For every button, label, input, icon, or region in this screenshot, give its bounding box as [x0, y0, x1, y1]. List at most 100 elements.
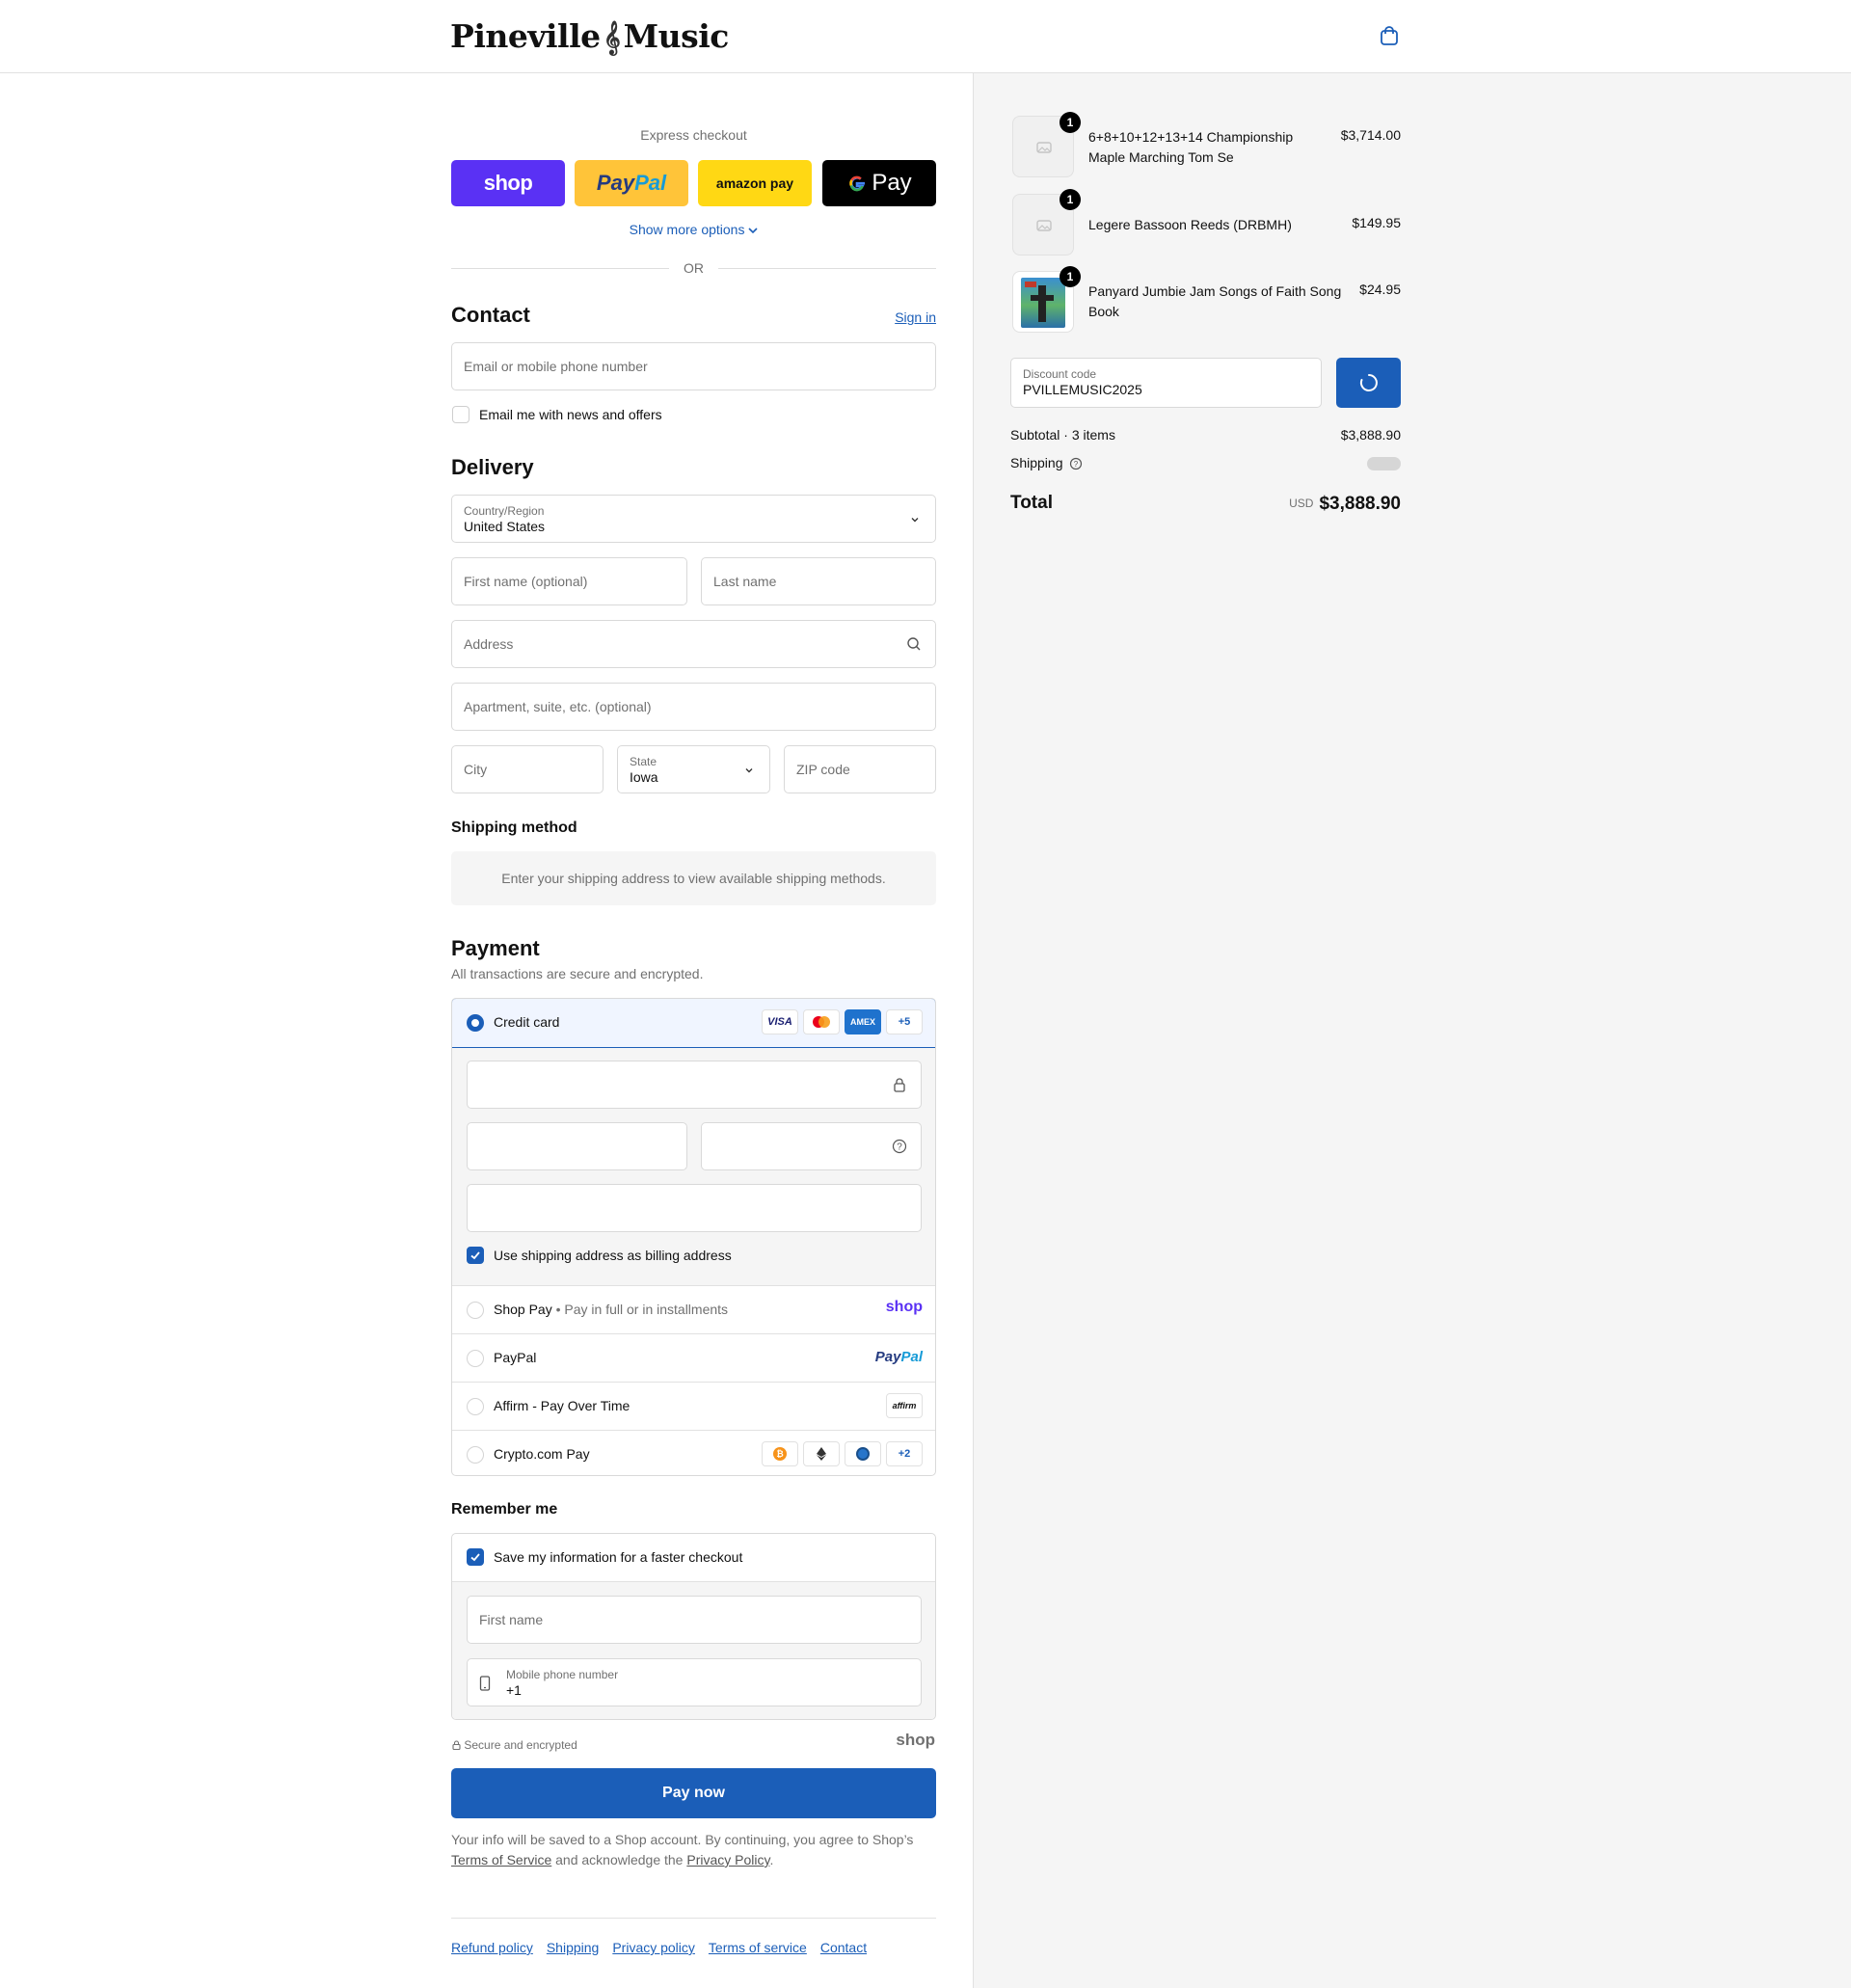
checkmark-icon: [470, 1251, 480, 1260]
billing-address-checkbox[interactable]: [467, 1247, 484, 1264]
terms-of-service-link[interactable]: Terms of Service: [451, 1852, 551, 1867]
help-circle-icon[interactable]: ?: [1069, 457, 1083, 470]
shopping-bag-icon[interactable]: [1379, 25, 1400, 46]
address-field[interactable]: Address: [451, 620, 936, 668]
chevron-down-icon: [748, 228, 758, 234]
logo-text-right: Music: [623, 17, 730, 55]
expiration-date-field[interactable]: [467, 1122, 687, 1170]
city-field[interactable]: City: [451, 745, 604, 793]
mobile-phone-label: Mobile phone number: [506, 1668, 619, 1681]
shop-logo: shop: [896, 1731, 935, 1749]
credit-card-radio[interactable]: [467, 1014, 484, 1032]
currency-code: USD: [1289, 497, 1314, 510]
crypto-pay-radio[interactable]: [467, 1446, 484, 1464]
terms-of-service-footer-link[interactable]: Terms of service: [709, 1940, 807, 1955]
refund-policy-link[interactable]: Refund policy: [451, 1940, 533, 1955]
show-more-options-link[interactable]: Show more options: [451, 222, 936, 237]
remember-me-fields: First name Mobile phone number +1: [452, 1581, 935, 1719]
google-pay-label: Pay: [872, 170, 912, 196]
apartment-placeholder: Apartment, suite, etc. (optional): [464, 699, 652, 714]
news-offers-label: Email me with news and offers: [479, 407, 662, 422]
mobile-phone-field[interactable]: Mobile phone number +1: [467, 1658, 922, 1706]
paypal-express-button[interactable]: PayPal: [575, 160, 688, 206]
amazon-pay-logo: amazon pay: [715, 175, 794, 191]
paypal-option[interactable]: PayPal PayPal: [452, 1333, 935, 1382]
billing-address-label: Use shipping address as billing address: [494, 1248, 732, 1263]
discount-code-field[interactable]: Discount code PVILLEMUSIC2025: [1010, 358, 1322, 408]
discount-code-label: Discount code: [1023, 367, 1097, 381]
crypto-pay-option[interactable]: Crypto.com Pay ₿ +2: [452, 1430, 935, 1475]
shop-pay-logo: shop: [885, 1299, 923, 1315]
help-circle-icon[interactable]: ?: [892, 1139, 907, 1154]
item-name: Legere Bassoon Reeds (DRBMH): [1088, 217, 1292, 232]
affirm-label: Affirm - Pay Over Time: [494, 1398, 630, 1413]
country-select[interactable]: Country/Region United States: [451, 495, 936, 543]
svg-text:?: ?: [897, 1142, 902, 1153]
more-crypto-badge: +2: [886, 1441, 923, 1466]
security-code-field[interactable]: ?: [701, 1122, 922, 1170]
store-logo[interactable]: Pineville 𝄞 Music: [450, 17, 729, 55]
shop-pay-express-button[interactable]: shop: [451, 160, 565, 206]
shop-logo: shop: [483, 171, 533, 195]
paypal-logo: PayPal: [874, 1349, 923, 1365]
privacy-policy-link[interactable]: Privacy Policy: [686, 1852, 769, 1867]
affirm-radio[interactable]: [467, 1398, 484, 1415]
state-select[interactable]: State Iowa: [617, 745, 770, 793]
save-info-checkbox[interactable]: [467, 1548, 484, 1566]
total-amount: USD $3,888.90: [1198, 494, 1401, 515]
news-offers-checkbox[interactable]: [452, 406, 469, 423]
remember-first-name-field[interactable]: First name: [467, 1596, 922, 1644]
affirm-option[interactable]: Affirm - Pay Over Time affirm: [452, 1382, 935, 1430]
total-value: $3,888.90: [1319, 494, 1401, 514]
shipping-policy-link[interactable]: Shipping: [547, 1940, 600, 1955]
footer-divider: [451, 1918, 936, 1919]
item-price: $3,714.00: [1340, 127, 1401, 143]
paypal-radio[interactable]: [467, 1350, 484, 1367]
state-value: Iowa: [630, 769, 658, 785]
bitcoin-icon: ₿: [762, 1441, 798, 1466]
mastercard-icon: [803, 1009, 840, 1034]
songbook-cover-image: [1021, 278, 1065, 328]
contact-link[interactable]: Contact: [820, 1940, 867, 1955]
shipping-method-title: Shipping method: [451, 819, 577, 836]
order-summary-panel: 1 6+8+10+12+13+14 Championship Maple Mar…: [973, 73, 1851, 1988]
quantity-badge: 1: [1060, 112, 1081, 133]
city-placeholder: City: [464, 762, 488, 777]
apartment-field[interactable]: Apartment, suite, etc. (optional): [451, 683, 936, 731]
visa-icon: VISA: [762, 1009, 798, 1034]
shipping-method-notice: Enter your shipping address to view avai…: [451, 851, 936, 905]
item-name: 6+8+10+12+13+14 Championship Maple March…: [1088, 129, 1294, 165]
svg-text:?: ?: [1074, 460, 1079, 469]
card-number-field[interactable]: [467, 1061, 922, 1109]
delivery-title: Delivery: [451, 455, 534, 479]
address-placeholder: Address: [464, 636, 514, 652]
shop-pay-radio[interactable]: [467, 1302, 484, 1319]
amazon-pay-express-button[interactable]: amazon pay: [698, 160, 812, 206]
privacy-policy-footer-link[interactable]: Privacy policy: [612, 1940, 695, 1955]
email-placeholder: Email or mobile phone number: [464, 359, 648, 374]
zip-field[interactable]: ZIP code: [784, 745, 936, 793]
country-label: Country/Region: [464, 504, 545, 518]
total-label: Total: [1010, 493, 1053, 513]
zip-placeholder: ZIP code: [796, 762, 850, 777]
quantity-badge: 1: [1060, 189, 1081, 210]
google-pay-express-button[interactable]: Pay: [822, 160, 936, 206]
last-name-placeholder: Last name: [713, 574, 777, 589]
last-name-field[interactable]: Last name: [701, 557, 936, 605]
footer-links: Refund policy Shipping Privacy policy Terms…: [451, 1940, 880, 1955]
name-on-card-field[interactable]: [467, 1184, 922, 1232]
remember-me-title: Remember me: [451, 1501, 558, 1518]
email-field[interactable]: Email or mobile phone number: [451, 342, 936, 390]
or-label: OR: [684, 260, 704, 276]
logo-text-left: Pineville: [450, 17, 601, 55]
sign-in-link[interactable]: Sign in: [895, 309, 936, 325]
apply-discount-button[interactable]: [1336, 358, 1401, 408]
first-name-field[interactable]: First name (optional): [451, 557, 687, 605]
subtotal-value: $3,888.90: [1340, 427, 1401, 443]
violin-logo-icon: 𝄞: [604, 21, 621, 55]
loading-spinner-icon: [1359, 374, 1378, 391]
credit-card-option[interactable]: Credit card VISA AMEX +5: [452, 999, 935, 1048]
shop-pay-option[interactable]: Shop Pay • Pay in full or in installment…: [452, 1285, 935, 1333]
pay-now-button[interactable]: Pay now: [451, 1768, 936, 1818]
more-cards-badge: +5: [886, 1009, 923, 1034]
